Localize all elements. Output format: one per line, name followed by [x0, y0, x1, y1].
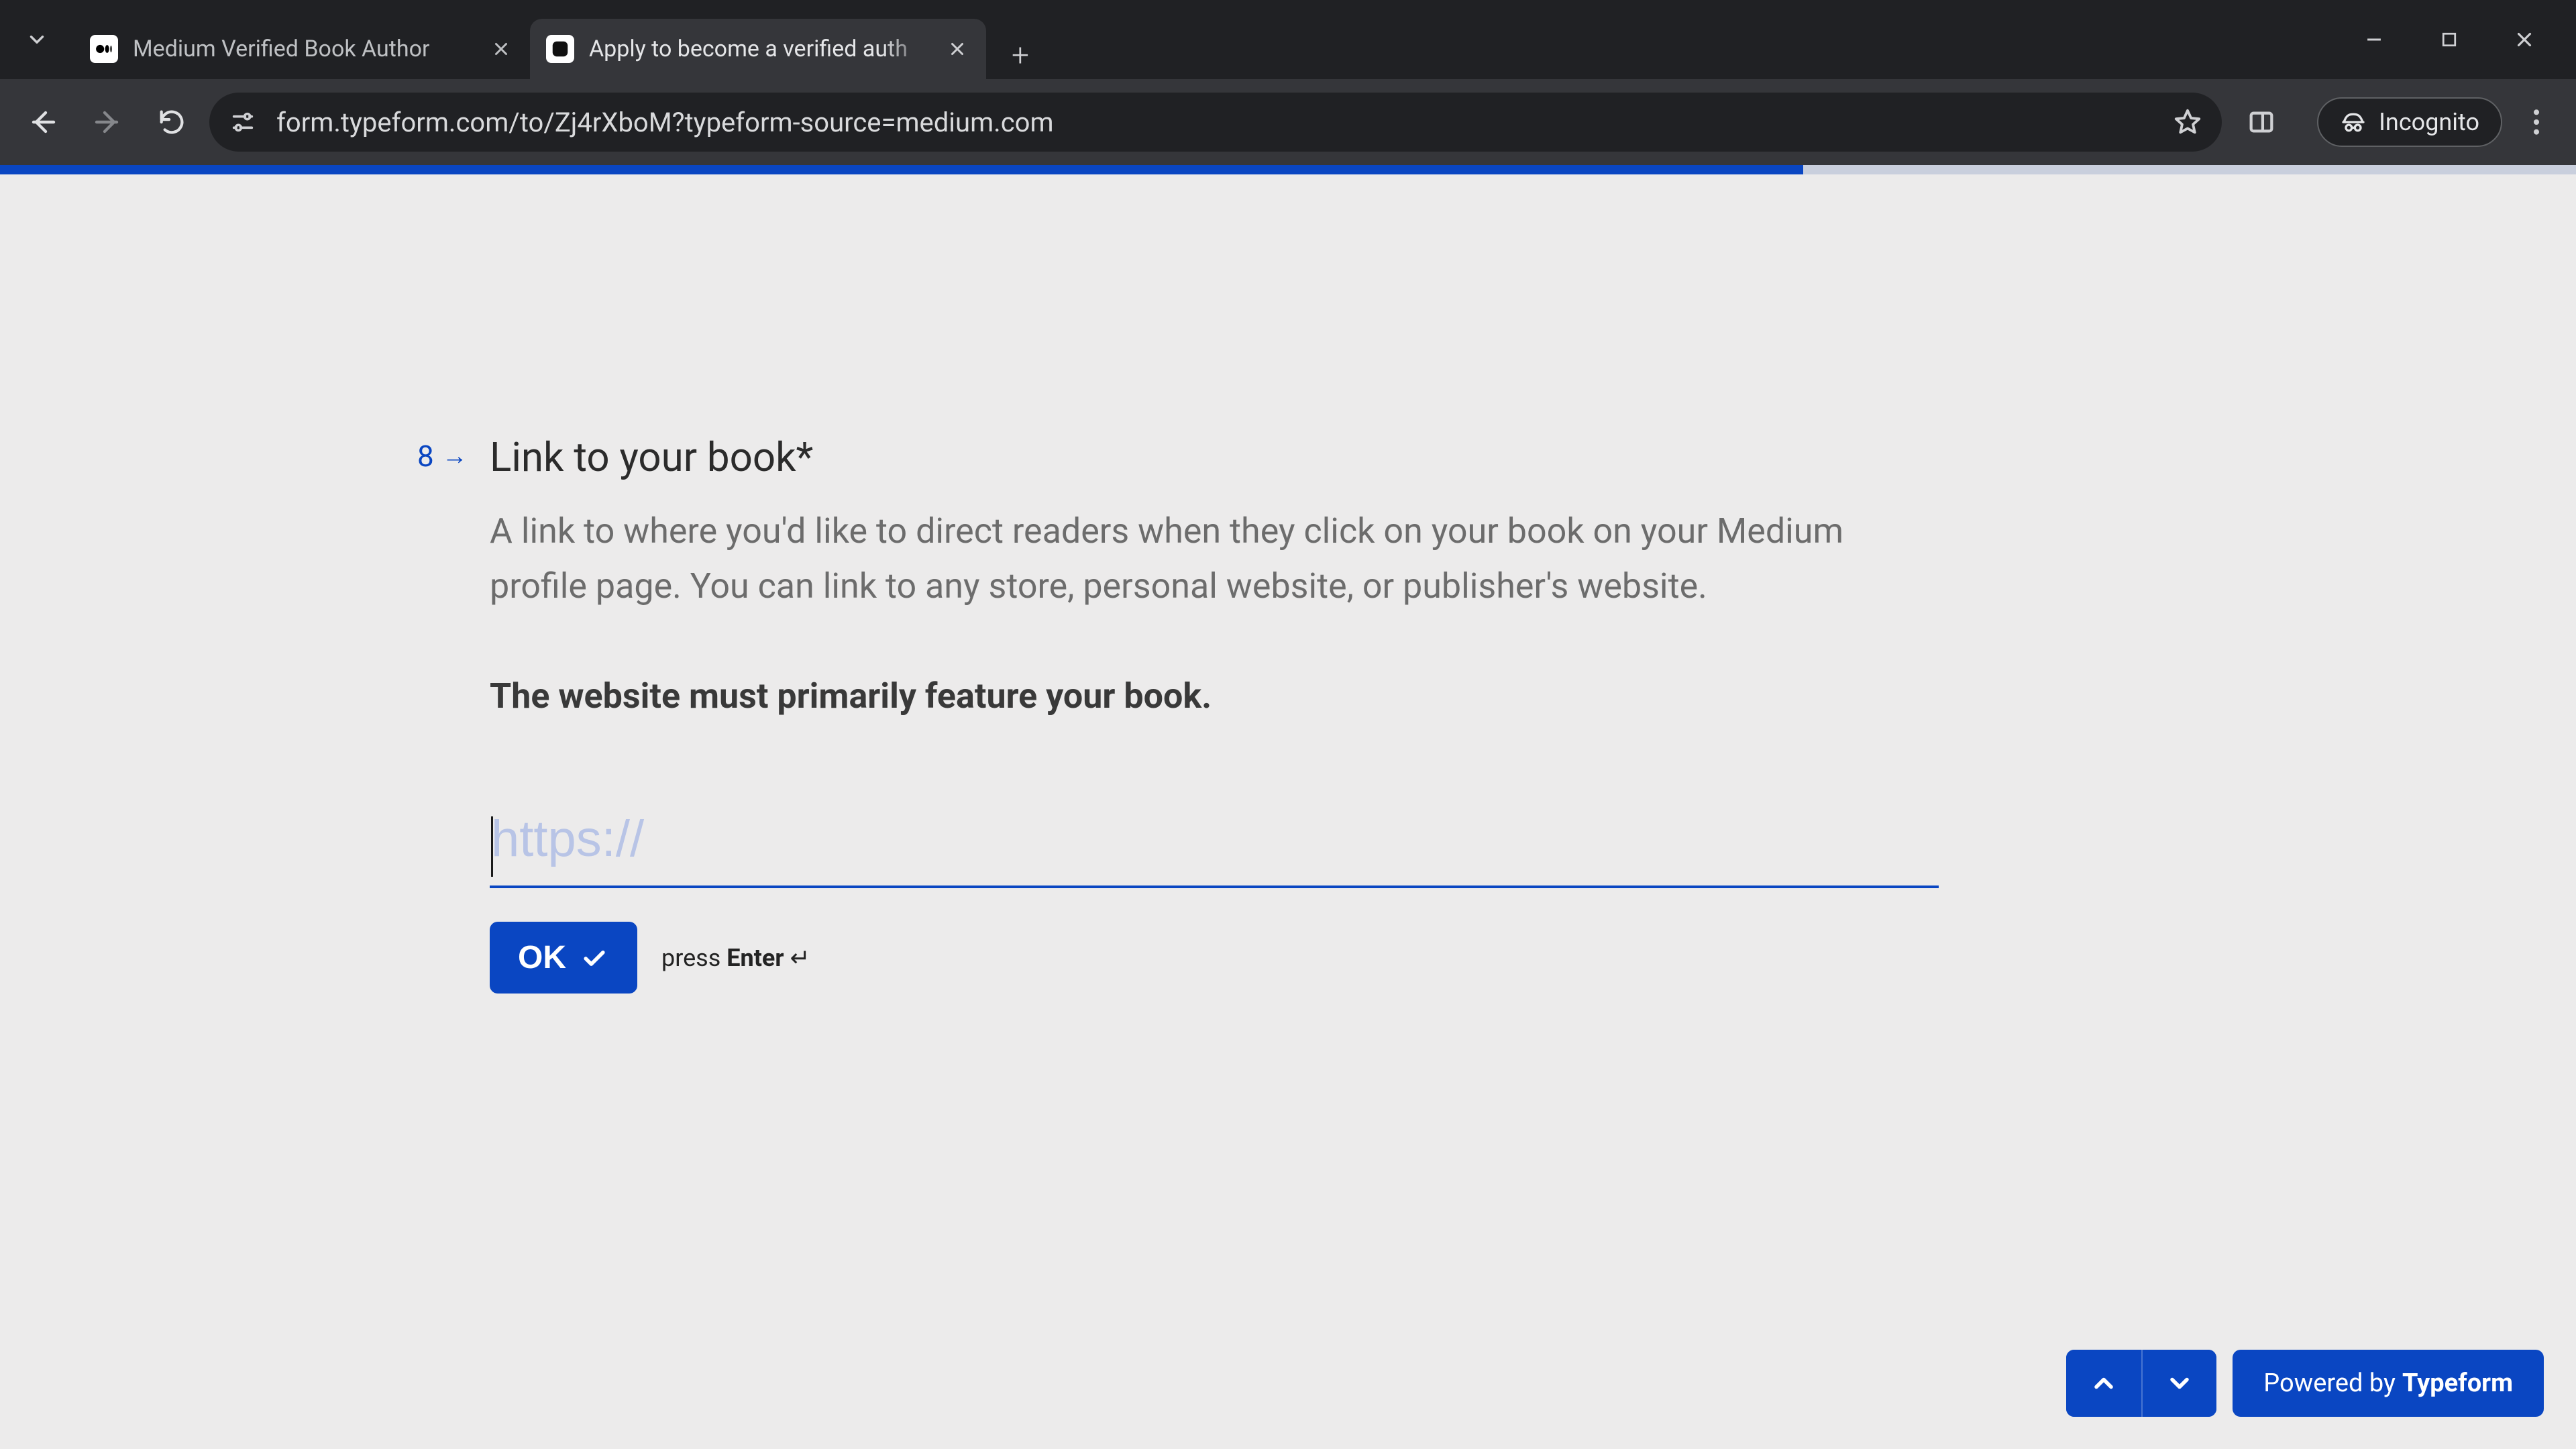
incognito-label: Incognito — [2379, 108, 2479, 136]
next-question-button[interactable] — [2141, 1350, 2216, 1417]
page-content: 8 → Link to your book* A link to where y… — [0, 165, 2576, 1449]
typeform-favicon-icon — [546, 35, 574, 63]
question-description-text: A link to where you'd like to direct rea… — [490, 511, 1843, 606]
star-icon — [2172, 107, 2203, 138]
form-progress-fill — [0, 165, 1803, 174]
incognito-icon — [2340, 109, 2367, 136]
omnibox-actions — [2172, 107, 2203, 138]
tune-icon — [229, 109, 256, 136]
check-icon — [580, 943, 609, 973]
close-icon — [491, 39, 511, 59]
incognito-chip[interactable]: Incognito — [2317, 97, 2502, 147]
kebab-icon — [2532, 107, 2540, 137]
close-icon — [2513, 28, 2536, 51]
reload-button[interactable] — [145, 95, 199, 149]
chevron-down-icon — [25, 28, 48, 51]
tab-title: Medium Verified Book Author — [133, 36, 476, 62]
tab-search-dropdown[interactable] — [23, 26, 50, 53]
window-maximize-button[interactable] — [2439, 30, 2459, 50]
question-number: 8 → — [417, 439, 468, 474]
maximize-icon — [2439, 30, 2459, 50]
browser-titlebar: Medium Verified Book Author Apply to bec… — [0, 0, 2576, 79]
arrow-right-icon: → — [442, 441, 468, 471]
back-button[interactable] — [16, 95, 70, 149]
panel-icon — [2246, 107, 2277, 138]
form-progress-track — [0, 165, 2576, 174]
browser-toolbar: form.typeform.com/to/Zj4rXboM?typeform-s… — [0, 79, 2576, 165]
forward-button[interactable] — [80, 95, 134, 149]
keyboard-hint: press Enter ↵ — [661, 944, 810, 972]
browser-menu-button[interactable] — [2513, 107, 2560, 137]
book-link-input[interactable] — [490, 798, 1939, 888]
arrow-left-icon — [27, 106, 59, 138]
ok-button[interactable]: OK — [490, 922, 637, 994]
text-caret — [491, 816, 493, 877]
bookmark-button[interactable] — [2172, 107, 2203, 138]
side-panel-button[interactable] — [2246, 107, 2277, 138]
previous-question-button[interactable] — [2066, 1350, 2141, 1417]
question-emphasis: The website must primarily feature your … — [490, 669, 1939, 724]
tab-close-button[interactable] — [947, 39, 967, 59]
reload-icon — [156, 107, 187, 138]
address-bar[interactable]: form.typeform.com/to/Zj4rXboM?typeform-s… — [209, 93, 2222, 152]
new-tab-button[interactable]: + — [997, 32, 1044, 79]
url-text: form.typeform.com/to/Zj4rXboM?typeform-s… — [276, 107, 2153, 138]
arrow-right-icon — [91, 106, 123, 138]
question-title: Link to your book* — [490, 433, 2019, 481]
tab-strip: Medium Verified Book Author Apply to bec… — [74, 0, 1044, 79]
question-description: A link to where you'd like to direct rea… — [490, 504, 1939, 724]
window-minimize-button[interactable] — [2363, 28, 2385, 51]
tab-title: Apply to become a verified auth — [589, 36, 932, 62]
question-number-value: 8 — [417, 439, 434, 474]
close-icon — [947, 39, 967, 59]
question-block: 8 → Link to your book* A link to where y… — [490, 433, 2019, 994]
hint-key: Enter — [727, 944, 784, 972]
tab-search-area — [0, 26, 74, 53]
hint-prefix: press — [661, 944, 727, 972]
chevron-up-icon — [2089, 1368, 2118, 1398]
tab-medium-verified[interactable]: Medium Verified Book Author — [74, 19, 530, 79]
chevron-down-icon — [2165, 1368, 2194, 1398]
powered-prefix: Powered by — [2263, 1368, 2396, 1398]
ok-label: OK — [518, 939, 566, 976]
tab-apply-verified[interactable]: Apply to become a verified auth — [530, 19, 986, 79]
powered-by-link[interactable]: Powered by Typeform — [2233, 1350, 2544, 1417]
form-footer-controls: Powered by Typeform — [2066, 1350, 2544, 1417]
medium-favicon-icon — [90, 35, 118, 63]
submit-row: OK press Enter ↵ — [490, 922, 2019, 994]
window-controls — [2363, 0, 2576, 79]
site-info-button[interactable] — [228, 107, 258, 137]
powered-brand: Typeform — [2402, 1368, 2513, 1398]
window-close-button[interactable] — [2513, 28, 2536, 51]
tab-close-button[interactable] — [491, 39, 511, 59]
hint-symbol: ↵ — [784, 944, 810, 972]
minimize-icon — [2363, 28, 2385, 51]
question-nav — [2066, 1350, 2216, 1417]
